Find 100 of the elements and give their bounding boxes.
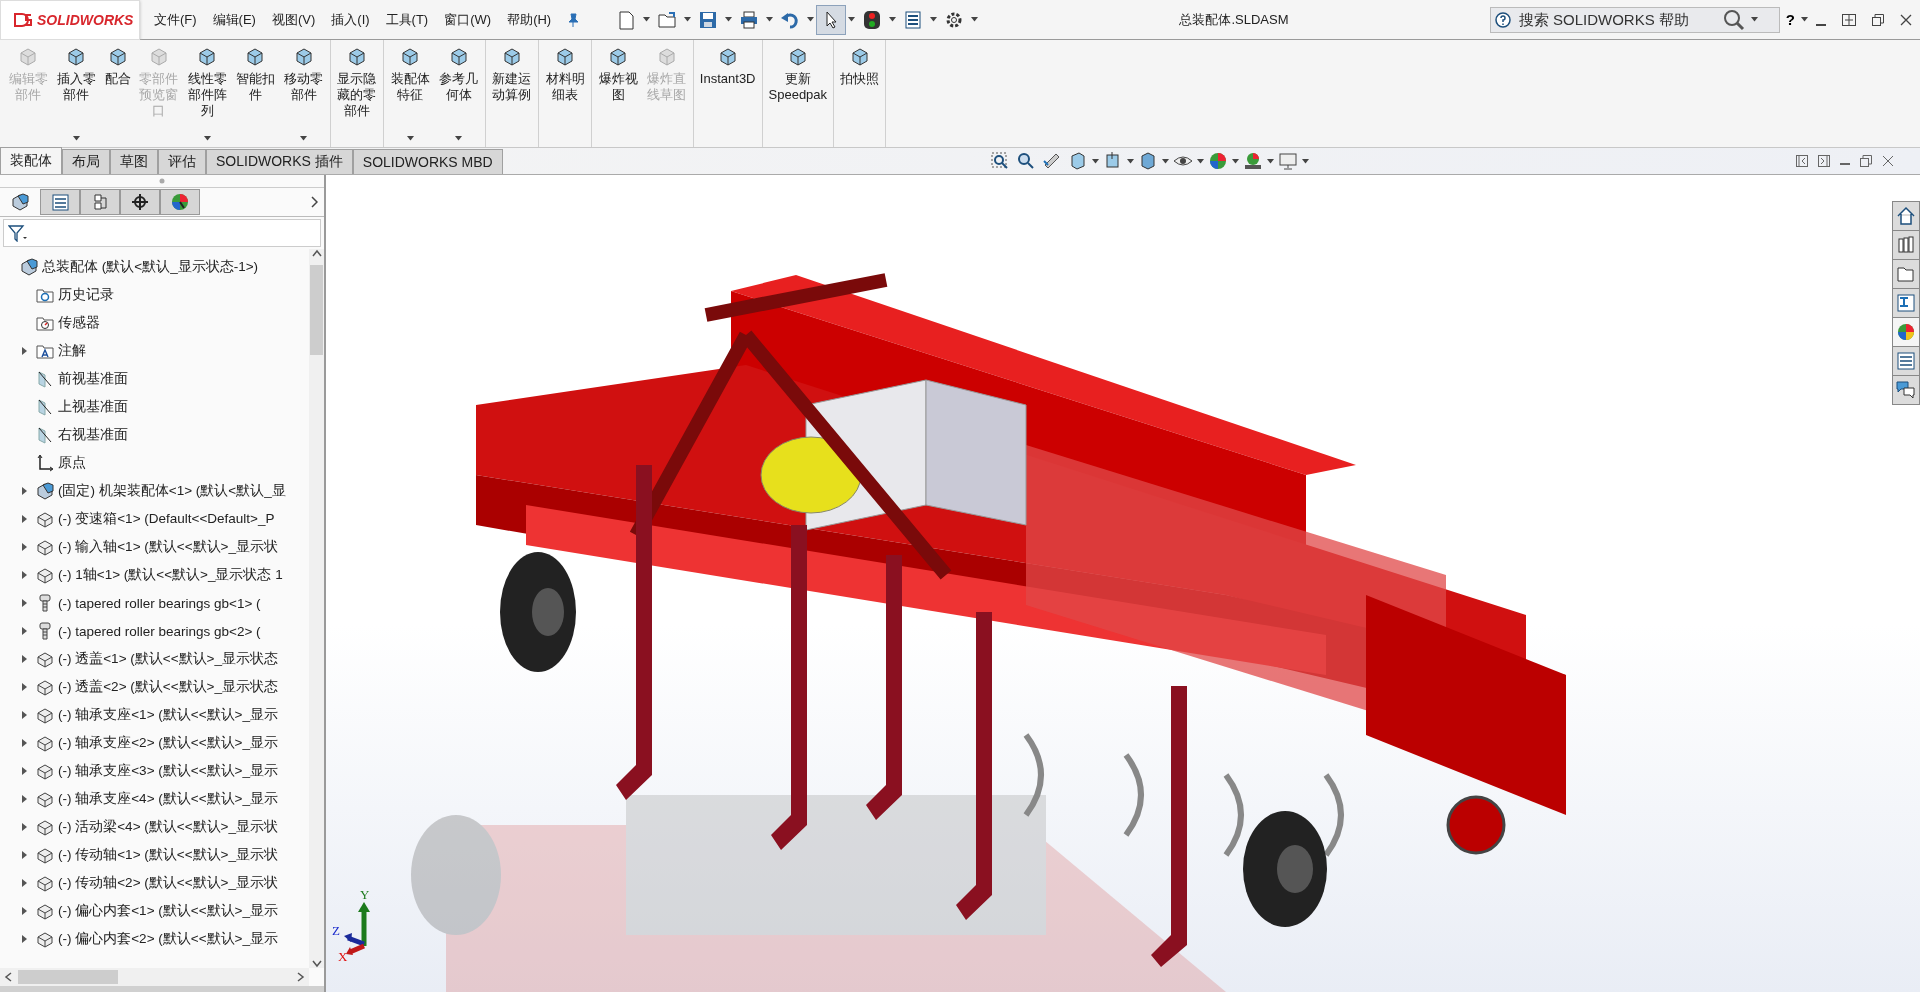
expand-arrow[interactable] [21,795,27,803]
ribbon-button[interactable]: 新建运动算例 [487,40,536,147]
tree-item[interactable]: (-) 透盖<1> (默认<<默认>_显示状态 [58,650,278,668]
tree-item[interactable]: (-) 透盖<2> (默认<<默认>_显示状态 [58,678,278,696]
command-tab[interactable]: SOLIDWORKS 插件 [206,149,353,174]
tree-item[interactable]: 前视基准面 [58,370,128,388]
caret-icon [766,17,774,22]
ribbon-button[interactable]: 装配体特征 [386,40,435,147]
expand-arrow[interactable] [21,767,27,775]
expand-button[interactable] [1816,153,1832,169]
tree-item[interactable]: (-) 轴承支座<3> (默认<<默认>_显示 [58,762,278,780]
ribbon-button[interactable]: 智能扣件 [231,40,280,147]
filter-icon [8,224,28,242]
expand-arrow[interactable] [21,543,27,551]
task-pane-tab[interactable] [1892,201,1920,230]
expand-arrow[interactable] [21,347,27,355]
expand-arrow[interactable] [21,515,27,523]
ribbon-button[interactable]: 配合 [100,40,135,147]
tree-item[interactable]: (-) 传动轴<1> (默认<<默认>_显示状 [58,846,278,864]
command-tab[interactable]: 评估 [158,149,206,174]
tree-item[interactable]: 原点 [58,454,86,472]
ribbon-button[interactable]: 爆炸视图 [594,40,643,147]
menu-item[interactable]: 帮助(H) [499,6,560,33]
app-logo[interactable]: SOLIDWORKS [0,0,140,40]
menu-item[interactable]: 视图(V) [263,6,324,33]
tree-item[interactable]: 注解 [58,342,86,360]
chevron-left-icon [4,972,12,982]
task-pane-tab[interactable] [1892,375,1920,404]
tree-item[interactable]: (固定) 机架装配体<1> (默认<默认_显 [58,482,286,500]
tree-item[interactable]: (-) 轴承支座<2> (默认<<默认>_显示 [58,734,278,752]
scrollbar-thumb[interactable] [18,970,118,984]
menu-item[interactable]: 编辑(E) [204,6,264,33]
task-pane-tab[interactable] [1892,288,1920,317]
task-pane-tab[interactable] [1892,317,1920,346]
scene-icon [1242,151,1263,171]
tree-item[interactable]: 右视基准面 [58,426,128,444]
task-pane-tab[interactable] [1892,230,1920,259]
close-button[interactable] [1880,153,1896,169]
tree-item[interactable]: 上视基准面 [58,398,128,416]
ribbon-button[interactable]: Instant3D [695,40,760,147]
ribbon-button[interactable]: 更新 Speedpak [764,40,832,147]
task-pane-tab[interactable] [1892,259,1920,288]
expand-arrow[interactable] [21,683,27,691]
panel-tab[interactable] [120,189,160,215]
tree-item[interactable]: 总装配体 (默认<默认_显示状态-1>) [42,258,259,276]
expand-arrow[interactable] [21,655,27,663]
expand-arrow[interactable] [21,739,27,747]
new-document-icon [616,9,637,30]
restore-button[interactable] [1858,153,1874,169]
tree-item[interactable]: (-) 偏心内套<2> (默认<<默认>_显示 [58,930,278,948]
tree-item[interactable]: (-) 轴承支座<1> (默认<<默认>_显示 [58,706,278,724]
ribbon-button[interactable]: 参考几何体 [434,40,483,147]
menu-item[interactable]: 插入(I) [323,6,378,33]
menu-item[interactable]: 工具(T) [377,6,437,33]
command-tab[interactable]: 草图 [110,149,158,174]
command-tab[interactable]: 装配体 [0,147,62,174]
tree-item[interactable]: (-) 轴承支座<4> (默认<<默认>_显示 [58,790,278,808]
expand-arrow[interactable] [21,711,27,719]
toolbar-button[interactable] [816,4,847,35]
tree-item[interactable]: (-) 活动梁<4> (默认<<默认>_显示状 [58,818,278,836]
tree-item[interactable]: (-) tapered roller bearings gb<1> ( [58,595,261,611]
scrollbar-thumb[interactable] [310,265,323,355]
vertical-scrollbar[interactable] [309,249,324,968]
horizontal-scrollbar[interactable] [0,968,309,986]
expand-arrow-icon [21,823,27,831]
ribbon-button[interactable]: 移动零部件 [279,40,328,147]
task-pane-tab[interactable] [1892,346,1920,375]
tree-item[interactable]: 传感器 [58,314,100,332]
expand-arrow[interactable] [21,627,27,635]
ribbon-button[interactable]: 材料明细表 [540,40,590,147]
expand-arrow[interactable] [21,823,27,831]
tree-item[interactable]: (-) tapered roller bearings gb<2> ( [58,623,261,639]
expand-arrow[interactable] [21,599,27,607]
search-field[interactable]: 搜索 SOLIDWORKS 帮助 [1489,6,1780,33]
tree-item[interactable]: (-) 输入轴<1> (默认<<默认>_显示状 [58,538,278,556]
ribbon-button[interactable]: 线性零部件阵列 [182,40,232,147]
filter-field[interactable] [3,219,321,247]
expand-arrow[interactable] [21,879,27,887]
expand-arrow[interactable] [21,907,27,915]
expand-arrow[interactable] [21,571,27,579]
tree-item[interactable]: (-) 变速箱<1> (Default<<Default>_P [58,510,275,528]
caret-icon [889,17,897,22]
expand-arrow[interactable] [21,935,27,943]
search-icon [1722,8,1745,31]
expand-arrow[interactable] [21,851,27,859]
command-tab[interactable]: 布局 [62,149,110,174]
tree-item[interactable]: (-) 1轴<1> (默认<<默认>_显示状态 1 [58,566,283,584]
expand-arrow[interactable] [21,487,27,495]
help-button[interactable]: ? [1779,11,1801,28]
tree-item[interactable]: (-) 传动轴<2> (默认<<默认>_显示状 [58,874,278,892]
menu-item[interactable]: 窗口(W) [436,6,500,33]
ribbon-button[interactable]: 插入零部件 [52,40,101,147]
ribbon-button[interactable]: 显示隐藏的零部件 [332,40,382,147]
history-folder-icon [36,286,54,304]
command-tab[interactable]: SOLIDWORKS MBD [352,149,503,174]
ribbon-button[interactable]: 拍快照 [836,40,884,147]
tree-item[interactable]: 历史记录 [58,286,114,304]
tree-item[interactable]: (-) 偏心内套<1> (默认<<默认>_显示 [58,902,278,920]
menu-item[interactable]: 文件(F) [146,6,205,33]
collapse-button[interactable] [1794,153,1810,169]
